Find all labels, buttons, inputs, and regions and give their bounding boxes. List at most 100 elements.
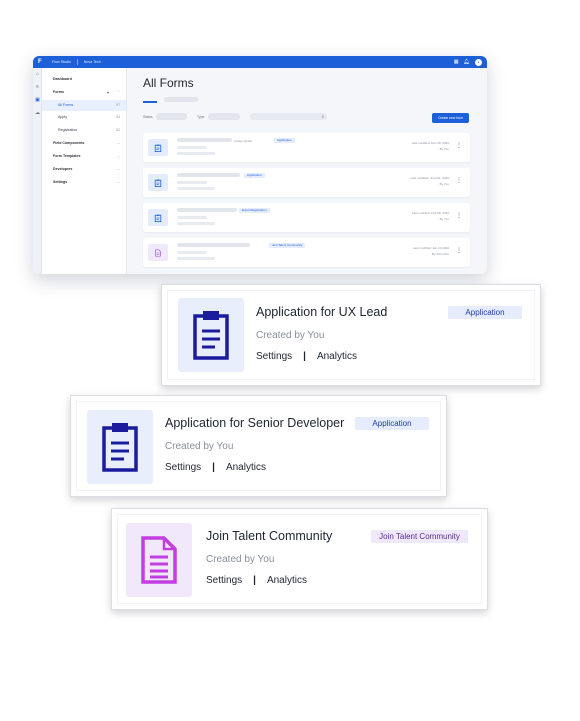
form-row[interactable]: 4 days (draft) Application Last modified… [143, 133, 470, 162]
sidebar-item-label: Field Components [53, 141, 85, 145]
create-form-button[interactable]: Create new form [432, 113, 469, 123]
modified-by: By You [439, 182, 449, 186]
filter-icon[interactable]: ≡ [35, 85, 40, 90]
page-title: All Forms [143, 76, 194, 90]
last-modified: Last modified: Dec 08, 2020 [411, 141, 449, 145]
form-meta-placeholder [177, 251, 207, 254]
last-modified: Last modified: June 01, 2020 [410, 176, 449, 180]
card-title[interactable]: Join Talent Community [206, 529, 332, 543]
card-created-by: Created by You [206, 554, 275, 565]
add-form-icon[interactable]: + [107, 87, 109, 98]
sidebar-item-label: Settings [53, 180, 68, 184]
form-title-placeholder [177, 138, 232, 142]
sidebar-item-label: Apply [58, 115, 67, 119]
analytics-link[interactable]: Analytics [267, 575, 307, 586]
card-links: Settings | Analytics [165, 462, 266, 473]
form-meta-placeholder [177, 216, 207, 219]
chevron-down-icon[interactable]: ⌄ [117, 177, 120, 188]
draft-label: 4 days (draft) [234, 139, 252, 143]
card-links: Settings | Analytics [206, 575, 307, 586]
chevron-up-icon[interactable]: ⌃ [117, 87, 120, 98]
sidebar-item-dashboard[interactable]: Dashboard [42, 74, 126, 85]
form-type-tag: Application [355, 417, 429, 430]
form-type-tag: Join Talent Community [269, 243, 306, 248]
analytics-link[interactable]: Analytics [317, 351, 357, 362]
form-type-tag: Application [244, 173, 265, 178]
clipboard-icon [178, 298, 244, 372]
sidebar-item-label: Form Templates [53, 154, 81, 158]
more-icon[interactable]: ⋮ [456, 213, 462, 219]
modified-by: By You [439, 147, 449, 151]
more-icon[interactable]: ⋮ [456, 178, 462, 184]
card-title[interactable]: Application for UX Lead [256, 305, 387, 319]
form-meta-placeholder [177, 187, 215, 190]
settings-link[interactable]: Settings [256, 351, 292, 362]
type-filter-label: Type [197, 115, 205, 119]
modified-by: By You [439, 217, 449, 221]
clipboard-icon [148, 174, 168, 191]
link-separator: | [212, 462, 215, 473]
home-icon[interactable]: ⌂ [35, 72, 40, 77]
sidebar-item-apply[interactable]: Apply 34 [42, 112, 126, 123]
form-type-tag: Event Registration [239, 208, 270, 213]
form-meta-placeholder [177, 146, 207, 149]
form-card-senior-developer[interactable]: Application for Senior Developer Created… [70, 395, 447, 497]
settings-link[interactable]: Settings [165, 462, 201, 473]
avatar[interactable]: ● [475, 58, 482, 66]
link-separator: | [253, 575, 256, 586]
breadcrumb-divider [76, 59, 78, 65]
chevron-down-icon[interactable]: ⌄ [117, 151, 120, 162]
search-input[interactable]: ⌕ [250, 113, 327, 120]
clipboard-icon [148, 209, 168, 226]
app-logo[interactable]: F [38, 59, 44, 66]
sidebar-item-developers[interactable]: Developers ⌄ [42, 164, 126, 175]
sidebar-item-field-components[interactable]: Field Components ⌄ [42, 138, 126, 149]
form-title-placeholder [177, 208, 237, 212]
form-type-tag: Join Talent Community [371, 530, 468, 543]
form-row[interactable]: Application Last modified: June 01, 2020… [143, 168, 470, 197]
settings-link[interactable]: Settings [206, 575, 242, 586]
type-filter[interactable] [208, 113, 240, 120]
sidebar-item-form-templates[interactable]: Form Templates ⌄ [42, 151, 126, 162]
card-created-by: Created by You [165, 441, 234, 452]
modified-by: By John Doe [431, 252, 449, 256]
sidebar-item-settings[interactable]: Settings ⌄ [42, 177, 126, 188]
count-badge: 52 [116, 128, 120, 132]
status-filter-label: Status [143, 115, 153, 119]
more-icon[interactable]: ⋮ [456, 248, 462, 254]
last-modified: Last modified: Jan 10 2020 [412, 246, 449, 250]
chevron-down-icon[interactable]: ⌄ [117, 138, 120, 149]
chevron-down-icon[interactable]: ⌄ [117, 164, 120, 175]
form-row[interactable]: Event Registration Last modified: Feb 08… [143, 203, 470, 232]
bell-icon[interactable]: 🔔︎ [464, 59, 470, 65]
tab-active-indicator[interactable] [143, 101, 157, 103]
link-separator: | [303, 351, 306, 362]
form-card-talent-community[interactable]: Join Talent Community Created by You Set… [111, 508, 488, 610]
forms-icon[interactable]: ▣ [35, 98, 40, 103]
analytics-link[interactable]: Analytics [226, 462, 266, 473]
cloud-icon[interactable]: ☁ [35, 111, 40, 116]
count-badge: 97 [116, 103, 120, 107]
sidebar-item-registration[interactable]: Registration 52 [42, 125, 126, 136]
tab-placeholder[interactable] [164, 97, 198, 102]
more-icon[interactable]: ⋮ [456, 143, 462, 149]
icon-rail: ⌂ ≡ ▣ ☁ [33, 68, 42, 274]
form-title-placeholder [177, 173, 240, 177]
status-filter[interactable] [156, 113, 187, 120]
product-name[interactable]: Flow Studio [52, 60, 71, 64]
main-content: All Forms Status Type ⌕ Create new form … [127, 68, 487, 274]
form-type-tag: Application [448, 306, 522, 319]
app-window: F Flow Studio Nova Tech ▦ 🔔︎ ● ⌂ ≡ ▣ ☁ D… [33, 56, 487, 274]
sidebar-item-all-forms[interactable]: All Forms 97 [42, 100, 126, 111]
sidebar-item-forms[interactable]: Forms + ⌃ [42, 87, 126, 98]
sidebar-item-label: Registration [58, 128, 78, 132]
form-row[interactable]: Join Talent Community Last modified: Jan… [143, 238, 470, 267]
form-title-placeholder [177, 243, 250, 247]
sidebar-item-label: Forms [53, 90, 64, 94]
workspace-name[interactable]: Nova Tech [84, 60, 101, 64]
form-card-ux-lead[interactable]: Application for UX Lead Created by You S… [161, 284, 541, 386]
search-icon[interactable]: ⌕ [321, 113, 324, 120]
card-title[interactable]: Application for Senior Developer [165, 416, 344, 430]
sidebar-item-label: Dashboard [53, 77, 72, 81]
apps-grid-icon[interactable]: ▦ [454, 59, 459, 65]
